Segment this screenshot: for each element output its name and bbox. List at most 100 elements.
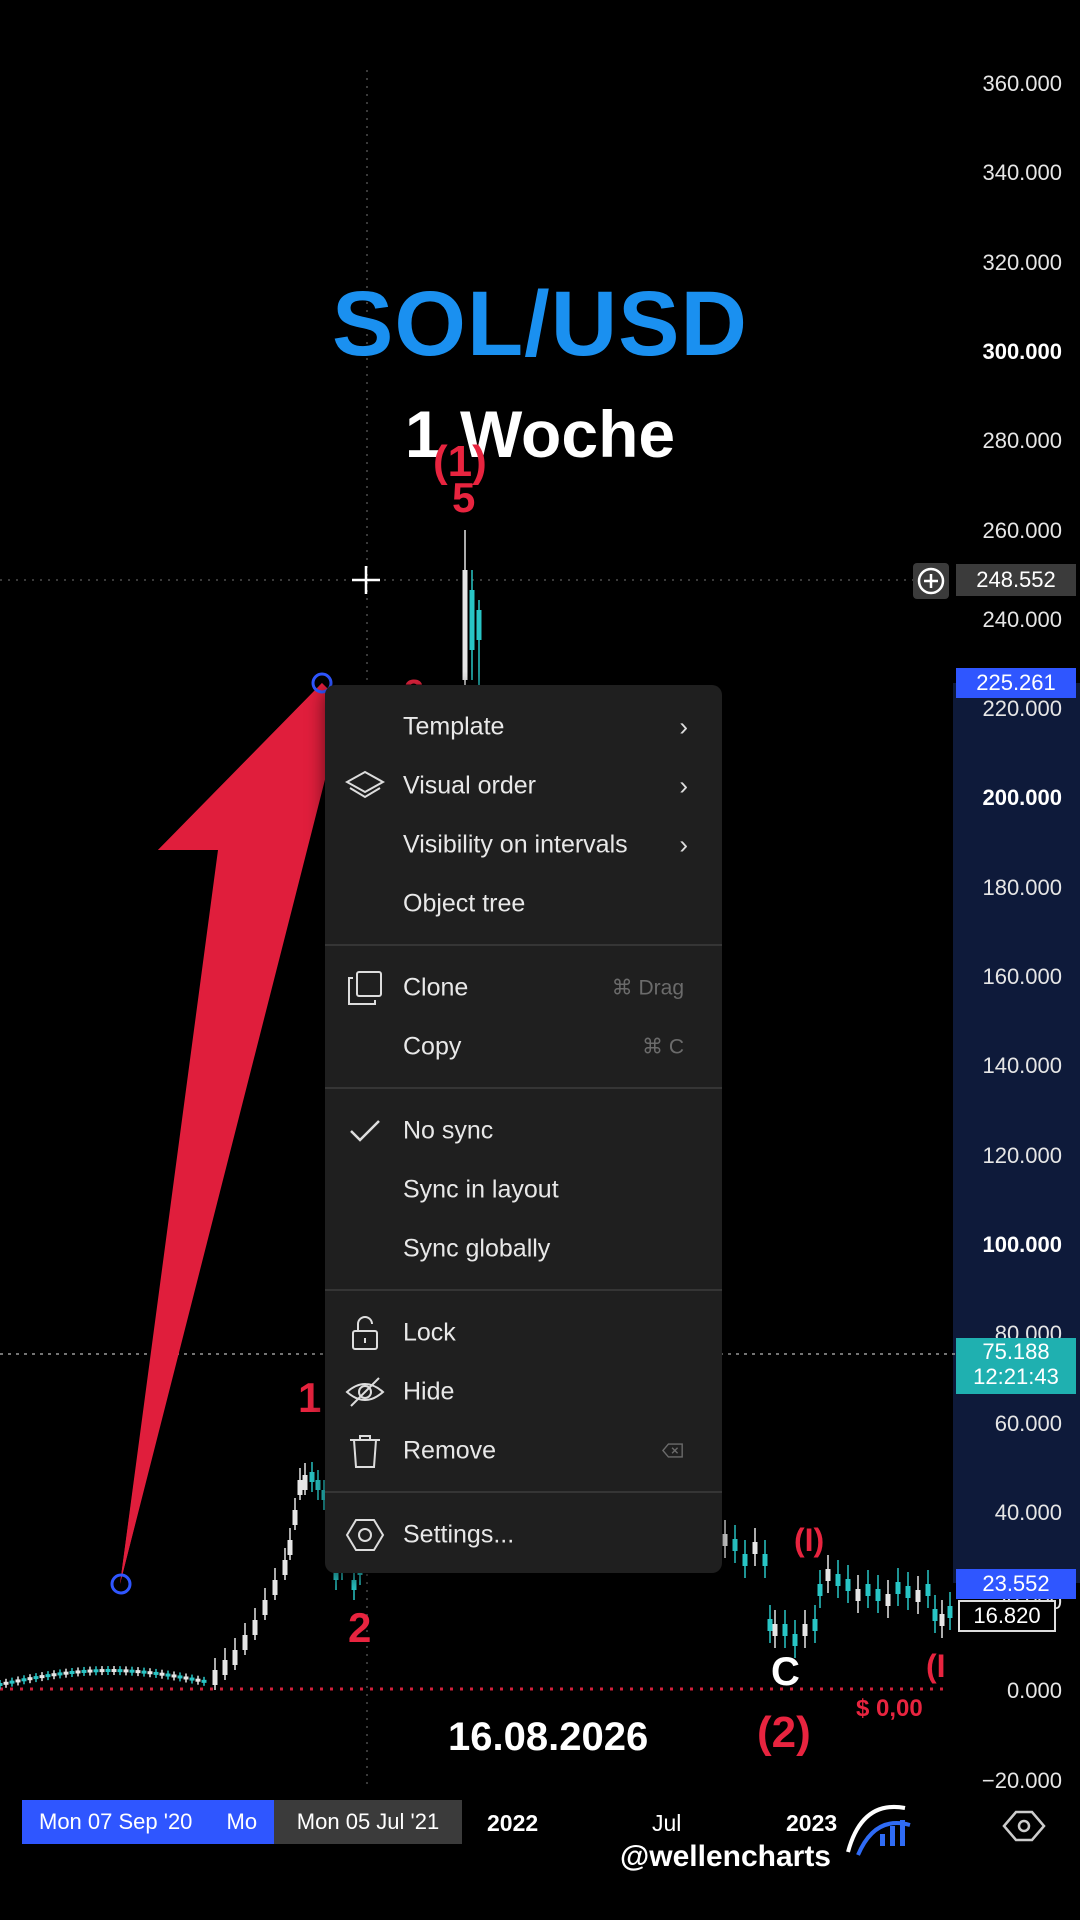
candle bbox=[476, 610, 482, 640]
candle bbox=[27, 1677, 33, 1681]
menu-separator bbox=[325, 944, 722, 946]
last-price-value: 75.188 bbox=[982, 1339, 1050, 1364]
candle bbox=[297, 1480, 303, 1495]
menu-item-lock[interactable]: Lock bbox=[325, 1303, 722, 1362]
candle bbox=[9, 1680, 15, 1684]
candle bbox=[93, 1669, 99, 1673]
candle bbox=[57, 1672, 63, 1676]
wave-label-2: 2 bbox=[348, 1604, 372, 1651]
candle bbox=[732, 1539, 738, 1551]
axis-selection-band bbox=[953, 683, 1080, 1583]
candle bbox=[262, 1600, 268, 1615]
menu-item-hide[interactable]: Hide bbox=[325, 1362, 722, 1421]
candle bbox=[111, 1669, 117, 1673]
candle bbox=[177, 1675, 183, 1679]
pair-title: SOL/USD bbox=[332, 273, 748, 375]
candle bbox=[81, 1669, 87, 1673]
wave-label-right-edge: (I bbox=[926, 1648, 946, 1684]
wave-label-right-i: (I) bbox=[794, 1522, 825, 1558]
candle bbox=[63, 1671, 69, 1675]
price-axis-label: 40.000 bbox=[994, 1499, 1062, 1525]
menu-item-clone[interactable]: Clone ⌘ Drag bbox=[325, 958, 722, 1017]
candle bbox=[875, 1589, 881, 1601]
candle bbox=[183, 1676, 189, 1680]
candle bbox=[895, 1582, 901, 1594]
candle bbox=[105, 1669, 111, 1673]
menu-separator bbox=[325, 1087, 722, 1089]
candle bbox=[252, 1620, 258, 1635]
price-axis-label: 360.000 bbox=[982, 71, 1062, 96]
add-alert-button[interactable] bbox=[913, 563, 949, 599]
candle bbox=[925, 1584, 931, 1596]
candle bbox=[129, 1669, 135, 1673]
candle bbox=[153, 1671, 159, 1675]
secondary-price-tag: 16.820 bbox=[958, 1600, 1056, 1632]
candle bbox=[351, 1580, 357, 1590]
menu-item-object-tree[interactable]: Object tree bbox=[325, 874, 722, 933]
menu-item-remove[interactable]: Remove bbox=[325, 1421, 722, 1480]
menu-item-copy[interactable]: Copy ⌘ C bbox=[325, 1017, 722, 1076]
menu-item-sync-layout[interactable]: Sync in layout bbox=[325, 1160, 722, 1219]
price-axis-label: 180.000 bbox=[982, 874, 1062, 900]
candle bbox=[189, 1677, 195, 1681]
plus-circle-icon bbox=[917, 567, 945, 595]
price-axis-label: 100.000 bbox=[982, 1231, 1062, 1257]
time-range-start-label: Mon 07 Sep '20 bbox=[39, 1809, 193, 1834]
candle bbox=[282, 1560, 288, 1575]
candle bbox=[232, 1650, 238, 1665]
candle bbox=[802, 1624, 808, 1636]
interval-title: 1 Woche bbox=[404, 397, 676, 471]
candle bbox=[885, 1594, 891, 1606]
menu-item-template[interactable]: Template › bbox=[325, 697, 722, 756]
menu-item-settings[interactable]: Settings... bbox=[325, 1505, 722, 1564]
candle bbox=[201, 1679, 207, 1683]
time-cursor-box: Mon 05 Jul '21 bbox=[274, 1800, 462, 1844]
arrow-drawing-body[interactable] bbox=[120, 683, 330, 1584]
candle bbox=[141, 1670, 147, 1674]
candle bbox=[212, 1670, 218, 1685]
candle bbox=[287, 1540, 293, 1555]
menu-item-sync-globally[interactable]: Sync globally bbox=[325, 1219, 722, 1278]
candle bbox=[242, 1635, 248, 1650]
time-range-start[interactable]: Mon 07 Sep '20 Mo bbox=[22, 1800, 274, 1844]
selected-upper-price-tag: 225.261 bbox=[956, 668, 1076, 698]
menu-item-template-label: Template bbox=[403, 712, 505, 740]
price-axis-label: 340.000 bbox=[982, 160, 1062, 186]
menu-item-no-sync[interactable]: No sync bbox=[325, 1101, 722, 1160]
chevron-right-icon: › bbox=[679, 829, 688, 859]
candle bbox=[147, 1671, 153, 1675]
menu-item-clone-label: Clone bbox=[403, 973, 469, 1001]
candle bbox=[75, 1670, 81, 1674]
menu-item-visibility[interactable]: Visibility on intervals › bbox=[325, 815, 722, 874]
time-label-2023: 2023 bbox=[786, 1810, 838, 1836]
wave-label-top-5: 5 bbox=[452, 474, 476, 521]
candle bbox=[782, 1624, 788, 1636]
layers-icon bbox=[345, 770, 385, 798]
menu-item-copy-label: Copy bbox=[403, 1032, 462, 1060]
candle bbox=[865, 1584, 871, 1596]
candle bbox=[171, 1674, 177, 1678]
candle bbox=[272, 1580, 278, 1595]
selected-lower-price-tag: 23.552 bbox=[956, 1569, 1076, 1599]
candle bbox=[939, 1614, 945, 1626]
checkmark-icon bbox=[350, 1119, 380, 1142]
candle bbox=[855, 1589, 861, 1601]
price-axis-label: 200.000 bbox=[982, 785, 1062, 811]
candle bbox=[825, 1569, 831, 1581]
candle bbox=[99, 1669, 105, 1673]
candle bbox=[722, 1534, 728, 1546]
candle bbox=[315, 1480, 321, 1490]
time-range-start-cut: Mo bbox=[226, 1809, 258, 1834]
candle bbox=[135, 1670, 141, 1674]
menu-item-visibility-label: Visibility on intervals bbox=[403, 830, 628, 858]
menu-item-settings-label: Settings... bbox=[403, 1520, 515, 1548]
candle bbox=[915, 1590, 921, 1602]
candle bbox=[947, 1606, 953, 1618]
wave-label-c: C bbox=[771, 1650, 800, 1694]
settings-hex-icon[interactable] bbox=[1002, 1810, 1046, 1842]
menu-item-visual-order[interactable]: Visual order › bbox=[325, 756, 722, 815]
candle bbox=[812, 1619, 818, 1631]
wave-label-1: 1 bbox=[298, 1374, 322, 1421]
candle bbox=[932, 1609, 938, 1621]
candle bbox=[292, 1510, 298, 1525]
